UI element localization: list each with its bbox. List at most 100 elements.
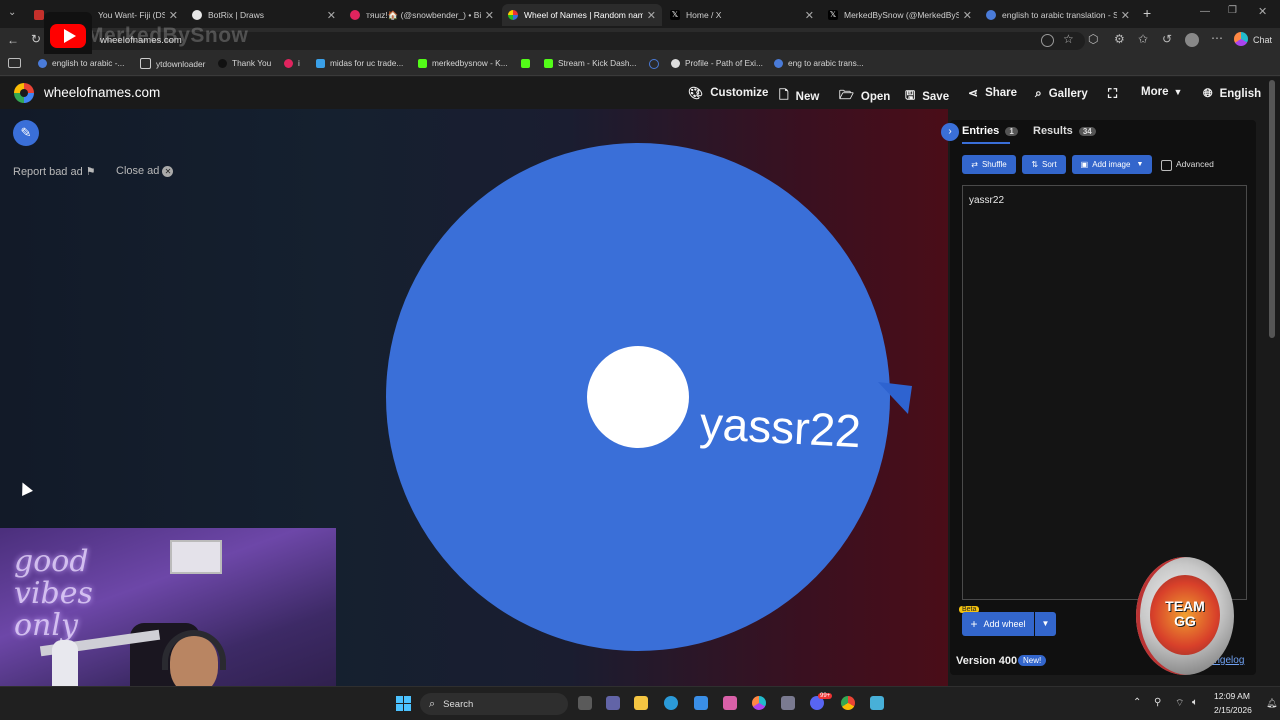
close-ad-link[interactable]: Close ad ✕ <box>116 165 174 177</box>
bookmark-item[interactable]: ytdownloader <box>140 58 205 69</box>
close-tab-icon[interactable]: ✕ <box>485 9 494 22</box>
store-icon[interactable] <box>694 696 708 710</box>
page-scrollbar[interactable] <box>1269 80 1275 338</box>
bookmark-item[interactable]: eng to arabic trans... <box>774 58 864 68</box>
bookmark-item[interactable]: merkedbysnow - K... <box>418 58 508 68</box>
notifications-icon[interactable]: 🔔︎ <box>1266 698 1277 709</box>
more-button[interactable]: More ▼ <box>1141 86 1182 98</box>
tray-chevron-icon[interactable]: ⌃ <box>1133 697 1141 708</box>
bookmark-item[interactable]: i <box>284 58 300 68</box>
edit-wheel-button[interactable]: ✎ <box>13 120 39 146</box>
kick-favicon-icon <box>544 58 553 68</box>
bookmark-item[interactable]: midas for uc trade... <box>316 58 403 68</box>
reader-icon[interactable] <box>1041 34 1054 47</box>
browser-tab[interactable]: 𝕏 Home / X ✕ <box>664 4 820 26</box>
history-icon[interactable]: ↺ <box>1162 32 1172 46</box>
favorite-star-icon[interactable]: ☆ <box>1063 32 1074 46</box>
close-tab-icon[interactable]: ✕ <box>1121 9 1130 22</box>
tab-results[interactable]: Results 34 <box>1033 125 1096 137</box>
entries-textarea[interactable] <box>962 185 1247 600</box>
entries-count-badge: 1 <box>1005 127 1018 136</box>
close-tab-icon[interactable]: ✕ <box>169 9 178 22</box>
reload-icon[interactable]: ↻ <box>31 32 41 46</box>
shuffle-button[interactable]: ⇄ Shuffle <box>962 155 1016 174</box>
coin-text: TEAM GG <box>1165 598 1205 629</box>
x-favicon-icon: 𝕏 <box>828 10 838 20</box>
minimize-icon[interactable]: — <box>1200 6 1210 17</box>
close-tab-icon[interactable]: ✕ <box>963 9 972 22</box>
bookmark-item[interactable]: Profile - Path of Exi... <box>671 58 763 68</box>
extension-icon[interactable]: ⬡ <box>1088 32 1098 46</box>
close-tab-icon[interactable]: ✕ <box>327 9 336 22</box>
copilot-icon[interactable] <box>1234 32 1248 46</box>
extensions-puzzle-icon[interactable]: ⚙ <box>1114 32 1125 46</box>
share-button[interactable]: ⋖ Share <box>968 86 1017 100</box>
new-tab-icon[interactable]: + <box>1143 5 1151 21</box>
profile-avatar[interactable] <box>1185 33 1199 47</box>
gallery-button[interactable]: ⌕ Gallery <box>1035 86 1088 101</box>
favorites-icon[interactable]: ✩ <box>1138 32 1148 46</box>
task-view-icon[interactable] <box>578 696 592 710</box>
photos-icon[interactable] <box>723 696 737 710</box>
fullscreen-button[interactable]: ⛶ <box>1108 86 1117 102</box>
wifi-icon[interactable]: ⌔ <box>1175 697 1184 710</box>
tab-favicon-icon <box>34 10 44 20</box>
add-wheel-dropdown-button[interactable]: ▼ <box>1035 612 1056 636</box>
clock-date[interactable]: 2/15/2026 <box>1214 705 1252 715</box>
site-name[interactable]: wheelofnames.com <box>44 85 160 100</box>
language-button[interactable]: 🌐︎ English <box>1203 86 1261 101</box>
customize-button[interactable]: 🎨︎ Customize <box>688 86 768 100</box>
browser-tab[interactable]: BotRix | Draws ✕ <box>186 4 342 26</box>
tab-entries[interactable]: Entries 1 <box>962 125 1018 137</box>
clock-time[interactable]: 12:09 AM <box>1214 691 1250 701</box>
new-button[interactable]: 🗋 New <box>779 86 819 107</box>
window-close-icon[interactable]: ✕ <box>1258 5 1267 18</box>
maximize-icon[interactable]: ❐ <box>1228 5 1237 16</box>
search-icon[interactable] <box>649 59 659 69</box>
browser-tab[interactable]: english to arabic translation - Sea ✕ <box>980 4 1136 26</box>
save-icon: 🖫 <box>905 88 916 102</box>
notepad-icon[interactable] <box>870 696 884 710</box>
threads-favicon-icon <box>284 58 293 68</box>
taskbar-search-box[interactable]: ⌕ Search <box>420 693 568 715</box>
network-icon[interactable]: ⚲ <box>1154 697 1161 708</box>
add-wheel-button[interactable]: + Add wheel <box>962 612 1034 636</box>
sidebar-toggle-icon[interactable] <box>8 58 21 68</box>
edge-icon[interactable] <box>664 696 678 710</box>
advanced-label: Advanced <box>1176 159 1214 169</box>
chat-label[interactable]: Chat <box>1253 35 1272 45</box>
name-wheel[interactable]: yassr22 <box>380 140 920 655</box>
close-tab-icon[interactable]: ✕ <box>647 9 656 22</box>
bookmark-item[interactable]: Thank You <box>218 58 271 68</box>
browser-tab[interactable]: 𝕏 MerkedBySnow (@MerkedBySnow ✕ <box>822 4 978 26</box>
advanced-checkbox[interactable] <box>1161 160 1172 171</box>
chrome-icon[interactable] <box>841 696 855 710</box>
close-circle-icon: ✕ <box>162 166 174 177</box>
bookmark-item[interactable]: english to arabic -... <box>38 58 124 68</box>
add-image-button[interactable]: ▣ Add image ▼ <box>1072 155 1152 174</box>
close-tab-icon[interactable]: ✕ <box>805 9 814 22</box>
start-button-icon[interactable] <box>396 696 411 711</box>
chevron-right-icon: › <box>948 126 952 137</box>
report-bad-ad-link[interactable]: Report bad ad ⚑ <box>13 165 96 178</box>
browser-tab[interactable]: тяuιz!🏠 (@snowbender_) • Bi ✕ <box>344 4 500 26</box>
app-icon[interactable] <box>781 696 795 710</box>
save-button[interactable]: 🖫 Save <box>905 86 949 107</box>
wheel-center[interactable] <box>587 346 689 448</box>
tab-list-chevron-icon[interactable]: ⌄ <box>8 7 16 18</box>
volume-icon[interactable]: 🔈︎ <box>1192 697 1198 708</box>
collapse-panel-button[interactable]: › <box>941 123 959 141</box>
browser-tab-active[interactable]: Wheel of Names | Random name ✕ <box>502 4 662 26</box>
flag-icon: ⚑ <box>85 166 96 178</box>
teams-icon[interactable] <box>606 696 620 710</box>
kick-favicon-icon[interactable] <box>521 59 530 68</box>
back-icon[interactable]: ← <box>7 33 19 47</box>
site-logo-icon[interactable] <box>14 83 34 103</box>
open-button[interactable]: 🗁 Open <box>839 86 890 107</box>
file-explorer-icon[interactable] <box>634 696 648 710</box>
sort-icon: ⇅ <box>1031 160 1039 169</box>
sort-button[interactable]: ⇅ Sort <box>1022 155 1066 174</box>
menu-dots-icon[interactable]: ⋯ <box>1211 31 1223 45</box>
bookmark-item[interactable]: Stream - Kick Dash... <box>544 58 636 68</box>
copilot-icon[interactable] <box>752 696 766 710</box>
